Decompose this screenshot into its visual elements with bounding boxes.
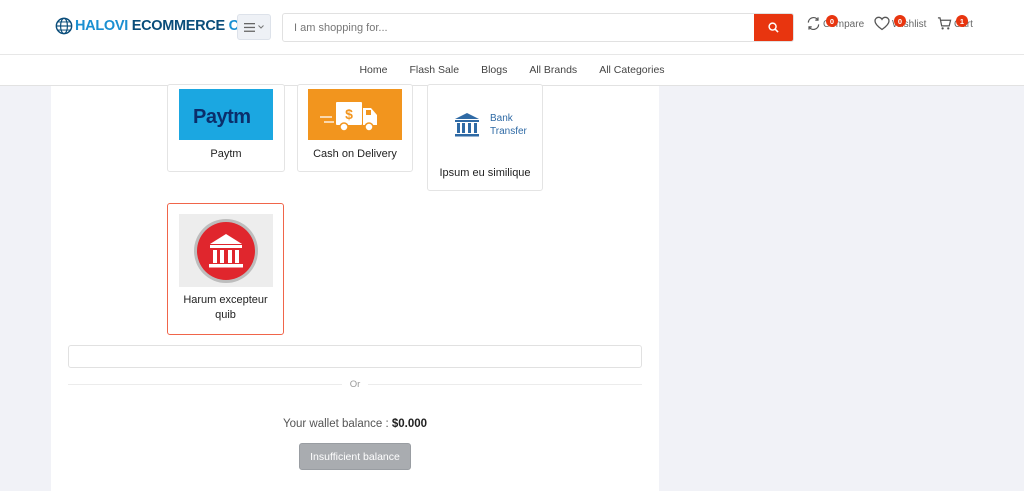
logo-text: HALOVI ECOMMERCE CMS: [75, 18, 260, 34]
wallet-balance: Your wallet balance : $0.000: [51, 418, 659, 430]
payment-option-name: Ipsum eu similique: [439, 167, 531, 179]
cart-link[interactable]: Cart 1: [937, 15, 973, 31]
payment-details-field[interactable]: [68, 345, 642, 368]
svg-text:$: $: [345, 106, 353, 122]
bank-logo-line1: Bank: [490, 113, 514, 124]
checkout-payment-panel: Paytm Paytm $ Cash on Delivery Bank Tran…: [51, 84, 659, 491]
bank-icon: Bank Transfer: [455, 113, 528, 137]
search-input[interactable]: [283, 14, 754, 41]
wishlist-link[interactable]: Wishlist 0: [874, 15, 926, 31]
site-logo[interactable]: HALOVI ECOMMERCE CMS: [55, 17, 260, 35]
divider-line: [368, 383, 642, 385]
or-divider: Or: [68, 378, 642, 390]
compare-link[interactable]: Compare 0: [806, 15, 864, 31]
bank-logo-line2: Transfer: [490, 126, 528, 137]
harum-logo: [178, 214, 273, 287]
payment-option-bank-transfer[interactable]: Bank Transfer Ipsum eu similique: [427, 84, 543, 191]
category-menu-button[interactable]: [237, 14, 271, 40]
cod-logo: $: [308, 89, 402, 140]
paytm-logo-art: Paytm: [193, 106, 251, 128]
nav-all-brands[interactable]: All Brands: [529, 64, 577, 76]
or-text: Or: [349, 378, 361, 390]
chevron-down-icon: [258, 25, 264, 29]
insufficient-balance-button[interactable]: Insufficient balance: [299, 443, 411, 470]
wishlist-count-badge: 0: [894, 15, 906, 27]
payment-option-harum-excepteur-quib[interactable]: Harum excepteur quib: [167, 203, 284, 335]
top-header: HALOVI ECOMMERCE CMS Compare 0: [0, 0, 1024, 55]
cart-count-badge: 1: [956, 15, 968, 27]
compare-icon: [807, 16, 820, 31]
cart-icon: [937, 17, 952, 30]
search-icon: [768, 22, 779, 33]
nav-blogs[interactable]: Blogs: [481, 64, 507, 76]
divider-line: [68, 383, 342, 385]
nav-flash-sale[interactable]: Flash Sale: [409, 64, 459, 76]
search-bar: [282, 13, 794, 42]
bank-transfer-logo: Bank Transfer: [438, 89, 532, 159]
globe-icon: [55, 17, 73, 35]
nav-all-categories[interactable]: All Categories: [599, 64, 664, 76]
payment-option-name: Paytm: [210, 148, 242, 160]
delivery-truck-icon: $: [320, 102, 377, 132]
payment-option-cod[interactable]: $ Cash on Delivery: [297, 84, 413, 172]
main-nav: Home Flash Sale Blogs All Brands All Cat…: [0, 55, 1024, 86]
search-button[interactable]: [754, 14, 793, 41]
payment-option-paytm[interactable]: Paytm Paytm: [167, 84, 285, 172]
paytm-logo-text: Paytm: [193, 106, 251, 128]
wallet-balance-label: Your wallet balance :: [282, 418, 389, 430]
hamburger-icon: [244, 22, 255, 32]
heart-icon: [874, 16, 890, 31]
paytm-logo: Paytm: [179, 89, 273, 140]
payment-option-name: Harum excepteur quib: [183, 294, 268, 321]
compare-count-badge: 0: [826, 15, 838, 27]
payment-option-name: Cash on Delivery: [313, 148, 397, 160]
wallet-balance-amount: $0.000: [391, 418, 428, 430]
nav-home[interactable]: Home: [359, 64, 387, 76]
bank-building-icon: [193, 218, 258, 283]
